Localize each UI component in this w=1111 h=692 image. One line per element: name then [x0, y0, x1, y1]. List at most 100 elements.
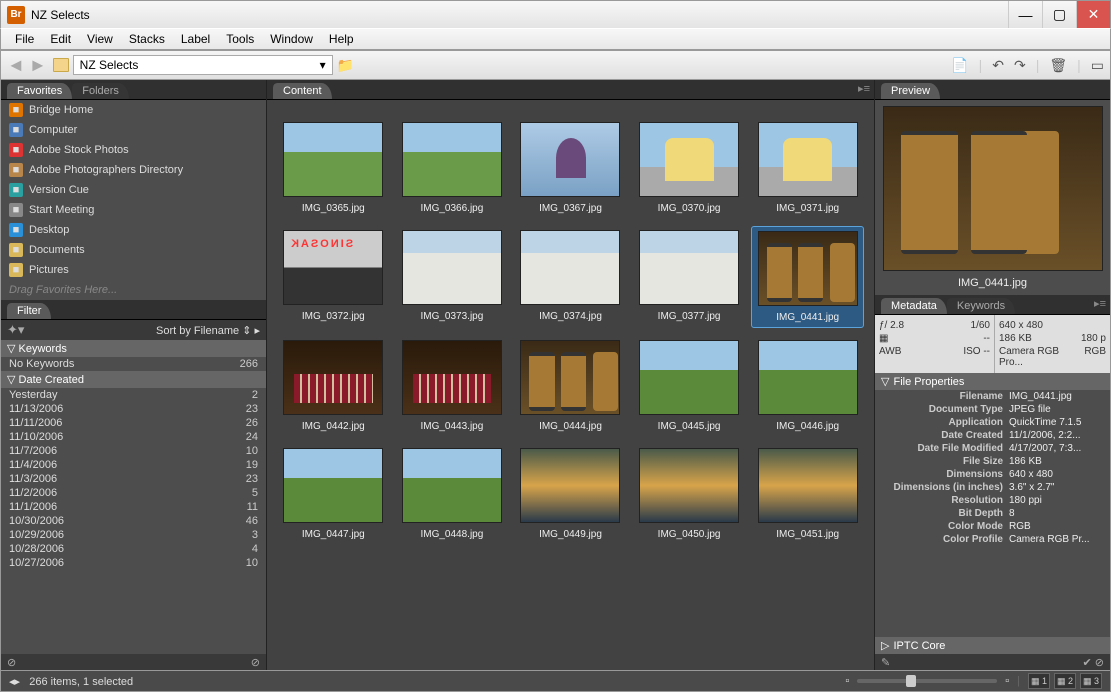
favorite-item[interactable]: ■Adobe Stock Photos [1, 140, 266, 160]
menu-edit[interactable]: Edit [42, 32, 79, 46]
tab-folders[interactable]: Folders [72, 83, 129, 99]
go-up-button[interactable]: 📁 [337, 57, 354, 74]
filter-cancel-icon2[interactable]: ⊘ [251, 656, 260, 669]
thumbnail-cell[interactable]: IMG_0372.jpg [277, 226, 390, 328]
thumbnail-cell[interactable]: IMG_0443.jpg [396, 336, 509, 436]
meta-apply-icon[interactable]: ✔ [1083, 657, 1092, 669]
favorite-item[interactable]: ■Adobe Photographers Directory [1, 160, 266, 180]
thumbnail-filename: IMG_0373.jpg [420, 311, 483, 322]
tab-metadata[interactable]: Metadata [881, 298, 947, 314]
trash-button[interactable]: 🗑 [1049, 57, 1067, 74]
minimize-button[interactable]: — [1008, 1, 1042, 28]
sort-label[interactable]: Sort by Filename ⇕ ▸ [156, 324, 260, 337]
thumbnail-image [639, 448, 739, 523]
preview-filename: IMG_0441.jpg [958, 277, 1027, 289]
filter-star-icon[interactable]: ✦▾ [7, 322, 24, 338]
location-dropdown[interactable]: NZ Selects ▾ [73, 55, 333, 75]
favorite-item[interactable]: ■Documents [1, 240, 266, 260]
filter-row[interactable]: 11/1/200611 [1, 500, 266, 514]
thumbnail-cell[interactable]: IMG_0373.jpg [396, 226, 509, 328]
close-button[interactable]: ✕ [1076, 1, 1110, 28]
menu-stacks[interactable]: Stacks [121, 32, 173, 46]
thumb-size-larger[interactable]: ▫ [1005, 675, 1009, 687]
thumbnail-cell[interactable]: IMG_0442.jpg [277, 336, 390, 436]
favorite-item[interactable]: ■Start Meeting [1, 200, 266, 220]
thumbnail-cell[interactable]: IMG_0367.jpg [514, 118, 627, 218]
favorite-item[interactable]: ■Version Cue [1, 180, 266, 200]
tab-favorites[interactable]: Favorites [7, 83, 72, 99]
filter-cancel-icon[interactable]: ⊘ [7, 656, 16, 669]
thumbnail-cell[interactable]: IMG_0365.jpg [277, 118, 390, 218]
thumbnail-cell[interactable]: IMG_0449.jpg [514, 444, 627, 544]
thumbnail-image [520, 448, 620, 523]
view-mode-button[interactable]: ▦ 1 [1028, 673, 1050, 689]
maximize-button[interactable]: ▢ [1042, 1, 1076, 28]
panel-menu-icon[interactable]: ▸≡ [858, 82, 870, 95]
filter-row[interactable]: No Keywords266 [1, 357, 266, 371]
view-mode-button[interactable]: ▦ 3 [1080, 673, 1102, 689]
thumbnail-cell[interactable]: IMG_0374.jpg [514, 226, 627, 328]
thumbnail-filename: IMG_0374.jpg [539, 311, 602, 322]
menu-label[interactable]: Label [173, 32, 218, 46]
compact-button[interactable]: ▭ [1091, 57, 1104, 74]
favorite-item[interactable]: ■Bridge Home [1, 100, 266, 120]
meta-pencil-icon[interactable]: ✎ [881, 656, 890, 669]
filter-row[interactable]: 10/27/200610 [1, 556, 266, 570]
nav-forward-button[interactable]: ► [29, 55, 47, 76]
filter-row[interactable]: 11/13/200623 [1, 402, 266, 416]
thumbnail-cell[interactable]: IMG_0448.jpg [396, 444, 509, 544]
thumbnail-image [283, 122, 383, 197]
thumbnail-cell[interactable]: IMG_0450.jpg [633, 444, 746, 544]
filter-row[interactable]: 10/29/20063 [1, 528, 266, 542]
thumbnail-cell[interactable]: IMG_0447.jpg [277, 444, 390, 544]
filter-section-head[interactable]: ▽ Date Created [1, 371, 266, 388]
filter-row[interactable]: 10/28/20064 [1, 542, 266, 556]
menu-window[interactable]: Window [262, 32, 321, 46]
thumbnail-cell[interactable]: IMG_0441.jpg [751, 226, 864, 328]
favorite-item[interactable]: ■Pictures [1, 260, 266, 280]
meta-cancel-icon[interactable]: ⊘ [1095, 657, 1104, 669]
thumb-size-slider[interactable] [857, 679, 997, 683]
nav-back-button[interactable]: ◄ [7, 55, 25, 76]
filter-row[interactable]: 11/2/20065 [1, 486, 266, 500]
filter-section-head[interactable]: ▽ Keywords [1, 340, 266, 357]
thumbnail-cell[interactable]: IMG_0377.jpg [633, 226, 746, 328]
menu-file[interactable]: File [7, 32, 42, 46]
thumbnail-cell[interactable]: IMG_0366.jpg [396, 118, 509, 218]
thumbnail-cell[interactable]: IMG_0446.jpg [751, 336, 864, 436]
rotate-cw-button[interactable]: ↷ [1014, 57, 1026, 74]
view-mode-button[interactable]: ▦ 2 [1054, 673, 1076, 689]
filter-row[interactable]: 11/4/200619 [1, 458, 266, 472]
metadata-row: Document TypeJPEG file [875, 403, 1110, 416]
tab-preview[interactable]: Preview [881, 83, 940, 99]
new-folder-button[interactable]: 📄 [951, 57, 968, 74]
thumbnail-cell[interactable]: IMG_0445.jpg [633, 336, 746, 436]
section-iptc-core[interactable]: ▷ IPTC Core [875, 637, 1110, 654]
filter-row[interactable]: 11/7/200610 [1, 444, 266, 458]
thumbnail-image [402, 122, 502, 197]
tab-filter[interactable]: Filter [7, 303, 51, 319]
thumb-size-smaller[interactable]: ▫ [845, 675, 849, 687]
thumbnail-cell[interactable]: IMG_0371.jpg [751, 118, 864, 218]
favorite-item[interactable]: ■Computer [1, 120, 266, 140]
menu-tools[interactable]: Tools [218, 32, 262, 46]
thumbnail-cell[interactable]: IMG_0444.jpg [514, 336, 627, 436]
section-file-properties[interactable]: ▽ File Properties [875, 373, 1110, 390]
filter-row[interactable]: 11/11/200626 [1, 416, 266, 430]
favorite-item[interactable]: ■Desktop [1, 220, 266, 240]
filter-row[interactable]: Yesterday2 [1, 388, 266, 402]
menu-view[interactable]: View [79, 32, 121, 46]
menu-help[interactable]: Help [321, 32, 362, 46]
filter-row[interactable]: 11/10/200624 [1, 430, 266, 444]
thumbnail-filename: IMG_0372.jpg [302, 311, 365, 322]
filter-row[interactable]: 10/30/200646 [1, 514, 266, 528]
tab-content[interactable]: Content [273, 83, 332, 99]
filter-row[interactable]: 11/3/200623 [1, 472, 266, 486]
thumbnail-image [520, 340, 620, 415]
thumbnail-cell[interactable]: IMG_0370.jpg [633, 118, 746, 218]
thumbnail-cell[interactable]: IMG_0451.jpg [751, 444, 864, 544]
panel-menu-icon[interactable]: ▸≡ [1094, 297, 1106, 310]
metadata-row: File Size186 KB [875, 455, 1110, 468]
rotate-ccw-button[interactable]: ↶ [992, 57, 1004, 74]
tab-keywords[interactable]: Keywords [947, 298, 1015, 314]
